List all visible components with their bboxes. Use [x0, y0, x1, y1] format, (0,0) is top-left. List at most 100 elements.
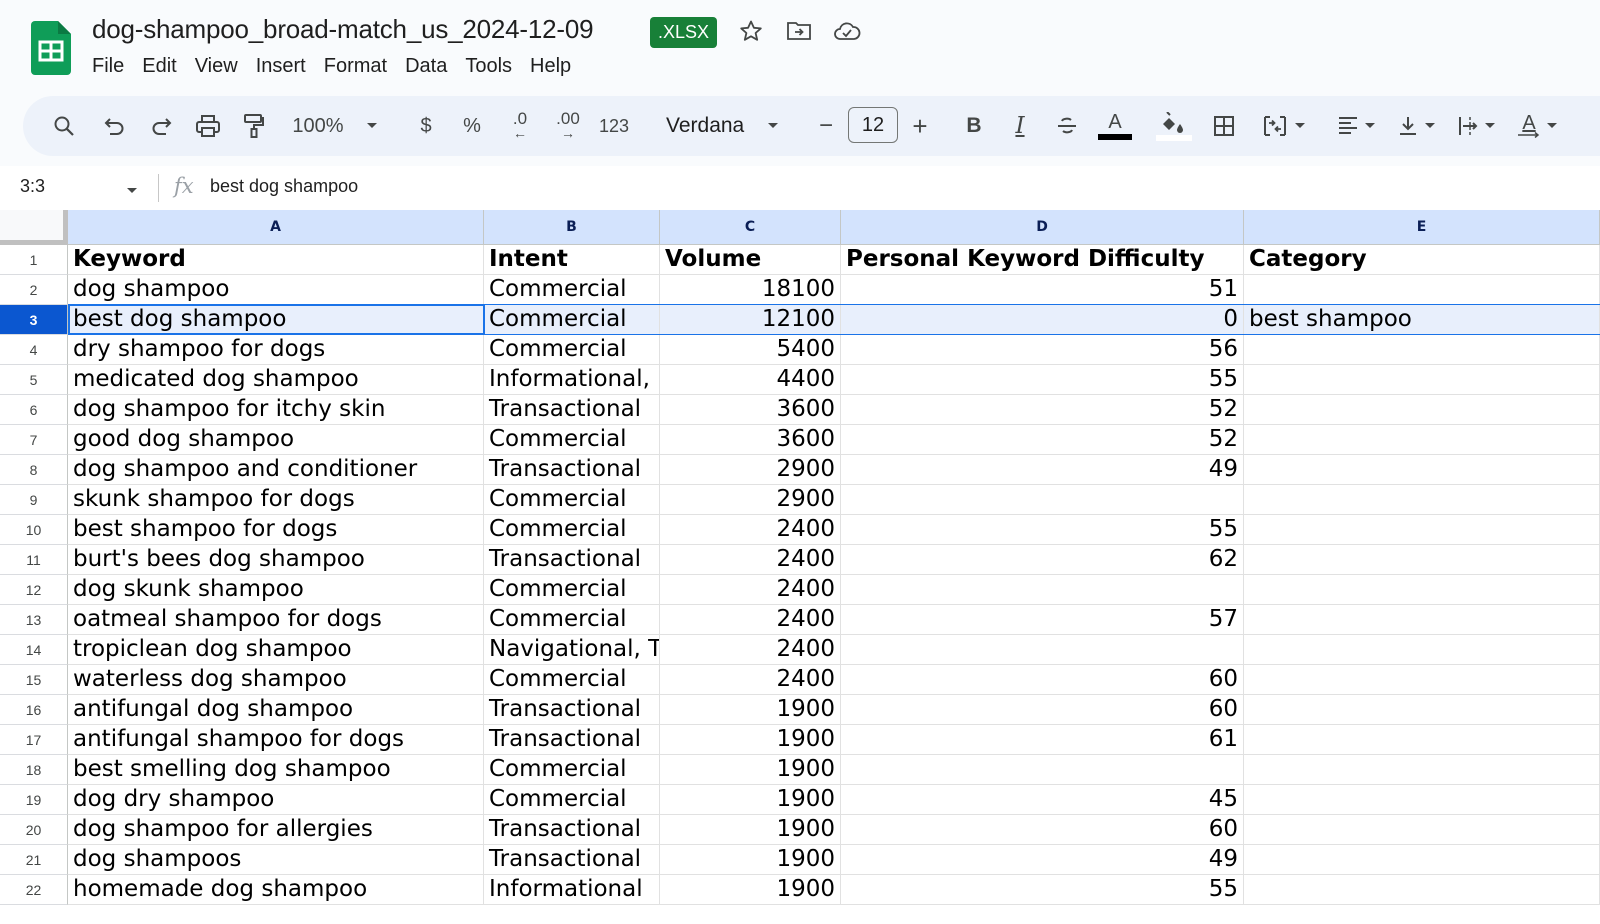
table-cell[interactable]: 1900 [660, 785, 841, 815]
horizontal-align-button[interactable] [1330, 96, 1382, 156]
header-cell[interactable]: Intent [484, 245, 660, 275]
table-cell[interactable]: dog shampoos [68, 845, 484, 875]
cloud-saved-icon[interactable] [833, 17, 861, 45]
row-header[interactable]: 21 [0, 845, 68, 875]
table-cell[interactable] [1244, 635, 1600, 665]
menu-view[interactable]: View [187, 52, 246, 80]
row-header[interactable]: 11 [0, 545, 68, 575]
table-cell[interactable] [1244, 755, 1600, 785]
table-cell[interactable]: Commercial [484, 275, 660, 305]
table-cell[interactable] [1244, 365, 1600, 395]
menu-format[interactable]: Format [316, 52, 395, 80]
row-header[interactable]: 17 [0, 725, 68, 755]
sheets-logo-icon[interactable] [31, 21, 71, 75]
table-cell[interactable]: 55 [841, 365, 1244, 395]
menu-file[interactable]: File [84, 52, 132, 80]
table-cell[interactable]: 60 [841, 815, 1244, 845]
table-cell[interactable]: Transactional [484, 725, 660, 755]
header-cell[interactable]: Volume [660, 245, 841, 275]
decrease-decimal-button[interactable]: .0 ← [502, 96, 538, 156]
table-cell[interactable]: Transactional [484, 395, 660, 425]
star-icon[interactable] [737, 17, 765, 45]
table-cell[interactable]: Transactional [484, 845, 660, 875]
table-cell[interactable] [1244, 815, 1600, 845]
table-cell[interactable]: 5400 [660, 335, 841, 365]
column-header-b[interactable]: B [484, 210, 660, 245]
table-cell[interactable]: oatmeal shampoo for dogs [68, 605, 484, 635]
table-cell[interactable] [1244, 605, 1600, 635]
increase-decimal-button[interactable]: .00 → [550, 96, 586, 156]
strikethrough-button[interactable] [1052, 96, 1082, 156]
table-cell[interactable]: dog shampoo and conditioner [68, 455, 484, 485]
zoom-select[interactable]: 100% [284, 96, 352, 156]
table-cell[interactable]: 61 [841, 725, 1244, 755]
name-box-dropdown-icon[interactable] [126, 182, 138, 200]
print-button[interactable] [193, 96, 223, 156]
table-cell[interactable]: 1900 [660, 875, 841, 905]
table-cell[interactable]: 56 [841, 335, 1244, 365]
table-cell[interactable]: 2900 [660, 455, 841, 485]
column-header-d[interactable]: D [841, 210, 1244, 245]
table-cell[interactable]: dog skunk shampoo [68, 575, 484, 605]
table-cell[interactable]: medicated dog shampoo [68, 365, 484, 395]
table-cell[interactable]: good dog shampoo [68, 425, 484, 455]
menu-data[interactable]: Data [397, 52, 455, 80]
table-cell[interactable]: tropiclean dog shampoo [68, 635, 484, 665]
table-cell[interactable]: Transactional [484, 695, 660, 725]
bold-button[interactable]: B [960, 96, 988, 156]
table-cell[interactable]: Commercial [484, 605, 660, 635]
table-cell[interactable]: dog shampoo for itchy skin [68, 395, 484, 425]
table-cell[interactable] [1244, 485, 1600, 515]
table-cell[interactable]: 1900 [660, 815, 841, 845]
table-cell[interactable]: 45 [841, 785, 1244, 815]
table-cell[interactable] [1244, 725, 1600, 755]
table-cell[interactable] [1244, 545, 1600, 575]
table-cell[interactable]: 1900 [660, 695, 841, 725]
table-cell[interactable]: Commercial [484, 665, 660, 695]
table-cell[interactable]: 1900 [660, 755, 841, 785]
table-cell[interactable] [1244, 395, 1600, 425]
column-header-e[interactable]: E [1244, 210, 1600, 245]
table-cell[interactable]: 2400 [660, 575, 841, 605]
text-color-button[interactable]: A [1097, 96, 1133, 156]
table-cell[interactable]: 55 [841, 515, 1244, 545]
table-cell[interactable]: 1900 [660, 725, 841, 755]
table-cell[interactable] [1244, 425, 1600, 455]
table-cell[interactable]: 3600 [660, 395, 841, 425]
table-cell[interactable]: skunk shampoo for dogs [68, 485, 484, 515]
merge-cells-button[interactable] [1256, 96, 1312, 156]
table-cell[interactable]: 55 [841, 875, 1244, 905]
table-cell[interactable]: best dog shampoo [68, 305, 484, 335]
table-cell[interactable]: antifungal shampoo for dogs [68, 725, 484, 755]
table-cell[interactable]: 62 [841, 545, 1244, 575]
formula-input[interactable]: best dog shampoo [210, 176, 358, 197]
table-cell[interactable]: 2400 [660, 545, 841, 575]
menu-tools[interactable]: Tools [457, 52, 520, 80]
table-cell[interactable]: 2400 [660, 665, 841, 695]
row-header[interactable]: 7 [0, 425, 68, 455]
row-header[interactable]: 3 [0, 305, 68, 335]
table-cell[interactable]: 49 [841, 845, 1244, 875]
table-cell[interactable]: dog shampoo [68, 275, 484, 305]
table-cell[interactable]: Commercial [484, 755, 660, 785]
table-cell[interactable]: 52 [841, 395, 1244, 425]
table-cell[interactable]: Commercial [484, 515, 660, 545]
header-cell[interactable]: Keyword [68, 245, 484, 275]
row-header[interactable]: 10 [0, 515, 68, 545]
zoom-dropdown-caret-icon[interactable] [362, 96, 382, 156]
font-family-select[interactable]: Verdana [660, 96, 785, 156]
table-cell[interactable] [1244, 515, 1600, 545]
italic-button[interactable]: I [1006, 96, 1034, 156]
table-cell[interactable] [841, 575, 1244, 605]
table-cell[interactable] [1244, 875, 1600, 905]
name-box[interactable]: 3:3 [20, 176, 45, 197]
row-header[interactable]: 8 [0, 455, 68, 485]
borders-button[interactable] [1209, 96, 1239, 156]
decrease-font-size-button[interactable]: − [812, 96, 840, 156]
table-cell[interactable]: Commercial [484, 785, 660, 815]
table-cell[interactable]: 12100 [660, 305, 841, 335]
table-cell[interactable]: 49 [841, 455, 1244, 485]
table-cell[interactable] [841, 635, 1244, 665]
row-header[interactable]: 15 [0, 665, 68, 695]
paint-format-button[interactable] [240, 96, 268, 156]
